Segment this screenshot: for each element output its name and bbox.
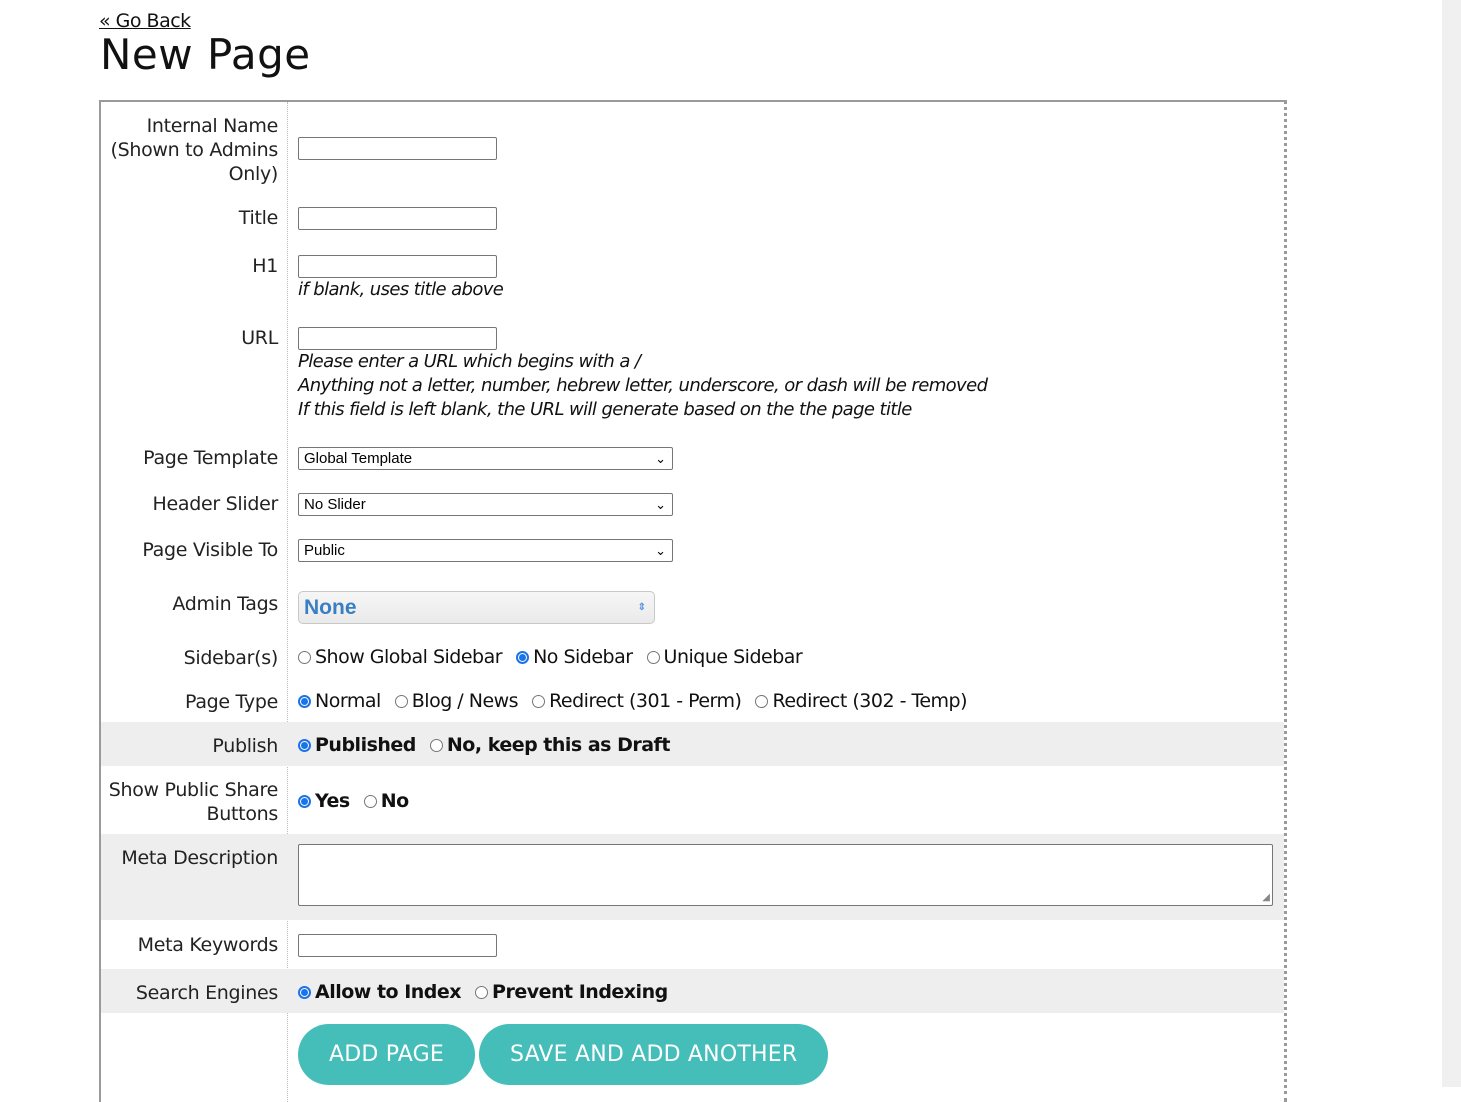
radio-button[interactable] bbox=[532, 694, 546, 708]
internal-name-input[interactable] bbox=[298, 137, 497, 160]
save-and-add-another-button[interactable]: SAVE AND ADD ANOTHER bbox=[479, 1024, 829, 1085]
search-engines-label: Search Engines bbox=[135, 982, 278, 1004]
h1-hint: if blank, uses title above bbox=[298, 279, 504, 300]
sidebars-label: Sidebar(s) bbox=[183, 647, 279, 669]
url-label: URL bbox=[241, 327, 278, 349]
publish-option-published[interactable]: Published bbox=[298, 734, 416, 756]
page-template-select[interactable]: Global Template ⌄ bbox=[298, 447, 673, 470]
radio-button-selected[interactable] bbox=[298, 738, 311, 752]
meta-description-textarea[interactable]: ◢ bbox=[298, 844, 1273, 906]
publish-radio-group: Published No, keep this as Draft bbox=[298, 734, 684, 756]
search-option-allow[interactable]: Allow to Index bbox=[298, 981, 462, 1003]
radio-button[interactable] bbox=[475, 985, 489, 999]
go-back-link[interactable]: « Go Back bbox=[99, 10, 191, 32]
admin-tags-label: Admin Tags bbox=[172, 593, 278, 615]
sidebars-radio-group: Show Global Sidebar No Sidebar Unique Si… bbox=[298, 646, 816, 668]
radio-button-selected[interactable] bbox=[298, 694, 311, 708]
meta-description-label: Meta Description bbox=[121, 847, 278, 869]
h1-input[interactable] bbox=[298, 255, 497, 278]
h1-label: H1 bbox=[252, 255, 278, 277]
page-type-option-redirect-302[interactable]: Redirect (302 - Temp) bbox=[755, 690, 968, 712]
admin-tags-select[interactable]: None ⇕ bbox=[298, 591, 655, 624]
header-slider-value: No Slider bbox=[304, 496, 366, 513]
chevron-down-icon: ⌄ bbox=[655, 451, 666, 466]
chevron-down-icon: ⌄ bbox=[655, 497, 666, 512]
title-input[interactable] bbox=[298, 207, 497, 230]
radio-button[interactable] bbox=[394, 694, 408, 708]
page-visible-to-label: Page Visible To bbox=[142, 539, 278, 561]
page-type-option-blog[interactable]: Blog / News bbox=[394, 690, 519, 712]
internal-name-label: Internal Name (Shown to Admins Only) bbox=[110, 115, 278, 185]
radio-button-selected[interactable] bbox=[298, 985, 311, 999]
search-engines-row bbox=[101, 969, 1284, 1013]
chevron-down-icon: ⌄ bbox=[655, 543, 666, 558]
url-hint-2: Anything not a letter, number, hebrew le… bbox=[298, 375, 988, 396]
page-title: New Page bbox=[100, 30, 311, 79]
sidebar-option-unique[interactable]: Unique Sidebar bbox=[646, 646, 803, 668]
publish-option-draft[interactable]: No, keep this as Draft bbox=[429, 734, 670, 756]
meta-keywords-label: Meta Keywords bbox=[137, 934, 279, 956]
url-hint-1: Please enter a URL which begins with a / bbox=[298, 351, 641, 372]
page-template-value: Global Template bbox=[304, 450, 413, 467]
admin-tags-value: None bbox=[304, 596, 357, 619]
sort-arrows-icon: ⇕ bbox=[637, 602, 646, 613]
header-slider-label: Header Slider bbox=[152, 493, 278, 515]
url-input[interactable] bbox=[298, 327, 497, 350]
page-visible-to-select[interactable]: Public ⌄ bbox=[298, 539, 673, 562]
url-hint-3: If this field is left blank, the URL wil… bbox=[298, 399, 912, 420]
radio-button[interactable] bbox=[646, 650, 660, 664]
page-type-radio-group: Normal Blog / News Redirect (301 - Perm)… bbox=[298, 690, 981, 712]
radio-button[interactable] bbox=[755, 694, 769, 708]
radio-button[interactable] bbox=[298, 650, 311, 664]
search-option-prevent[interactable]: Prevent Indexing bbox=[475, 981, 668, 1003]
search-engines-radio-group: Allow to Index Prevent Indexing bbox=[298, 981, 682, 1003]
resize-grip-icon[interactable]: ◢ bbox=[1262, 892, 1270, 903]
page-type-option-redirect-301[interactable]: Redirect (301 - Perm) bbox=[532, 690, 742, 712]
radio-button[interactable] bbox=[429, 738, 443, 752]
column-divider bbox=[287, 102, 288, 1102]
share-buttons-label: Show Public Share Buttons bbox=[108, 779, 279, 825]
page-type-option-normal[interactable]: Normal bbox=[298, 690, 381, 712]
page-type-label: Page Type bbox=[185, 691, 278, 713]
page-scrollbar[interactable] bbox=[1442, 0, 1461, 1087]
share-option-no[interactable]: No bbox=[363, 790, 409, 812]
header-slider-select[interactable]: No Slider ⌄ bbox=[298, 493, 673, 516]
publish-row bbox=[101, 722, 1284, 766]
share-option-yes[interactable]: Yes bbox=[298, 790, 350, 812]
radio-button-selected[interactable] bbox=[298, 794, 311, 808]
share-buttons-radio-group: Yes No bbox=[298, 790, 423, 812]
radio-button[interactable] bbox=[363, 794, 377, 808]
add-page-button[interactable]: ADD PAGE bbox=[298, 1024, 475, 1085]
sidebar-option-show-global[interactable]: Show Global Sidebar bbox=[298, 646, 503, 668]
radio-button-selected[interactable] bbox=[516, 650, 530, 664]
page-template-label: Page Template bbox=[143, 447, 278, 469]
new-page-form: Internal Name (Shown to Admins Only) Tit… bbox=[99, 100, 1287, 1102]
publish-label: Publish bbox=[212, 735, 278, 757]
title-label: Title bbox=[238, 207, 279, 229]
sidebar-option-no-sidebar[interactable]: No Sidebar bbox=[516, 646, 633, 668]
meta-keywords-input[interactable] bbox=[298, 934, 497, 957]
page-visible-to-value: Public bbox=[304, 542, 345, 559]
